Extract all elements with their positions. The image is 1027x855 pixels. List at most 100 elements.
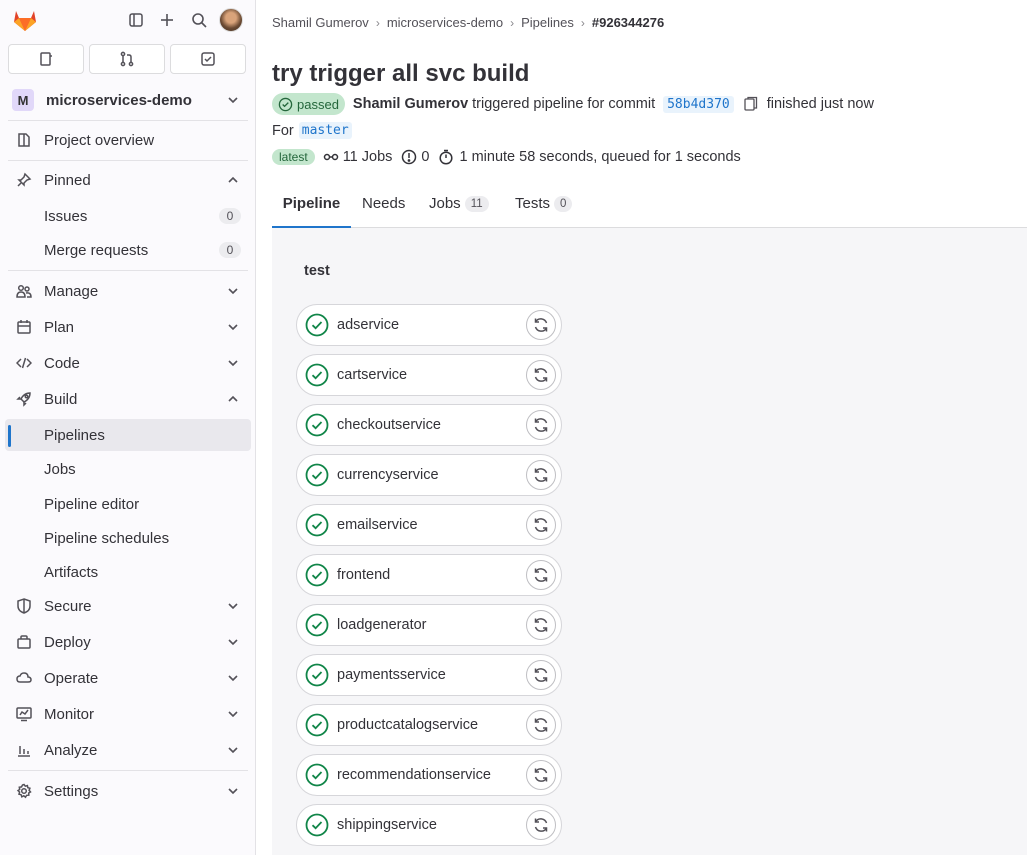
retry-button[interactable] xyxy=(526,710,556,740)
retry-button[interactable] xyxy=(526,410,556,440)
retry-button[interactable] xyxy=(526,810,556,840)
chevron-down-icon xyxy=(228,97,238,104)
nav-build[interactable]: Build xyxy=(5,383,251,415)
nav-settings[interactable]: Settings xyxy=(5,775,251,807)
status-success-icon xyxy=(305,413,329,437)
job-name[interactable]: emailservice xyxy=(337,517,418,533)
nav-label: Plan xyxy=(44,318,75,336)
tab-needs[interactable]: Needs xyxy=(362,182,405,228)
job-item[interactable]: emailservice xyxy=(296,504,562,546)
retry-button[interactable] xyxy=(526,460,556,490)
breadcrumb-item[interactable]: Pipelines xyxy=(521,15,574,30)
status-success-icon xyxy=(305,563,329,587)
job-item[interactable]: currencyservice xyxy=(296,454,562,496)
retry-icon xyxy=(534,768,548,782)
plus-icon[interactable] xyxy=(155,8,179,32)
retry-button[interactable] xyxy=(526,660,556,690)
retry-button[interactable] xyxy=(526,560,556,590)
issues-count-badge: 0 xyxy=(219,208,241,224)
job-name[interactable]: shippingservice xyxy=(337,817,437,833)
job-name[interactable]: frontend xyxy=(337,567,390,583)
job-item[interactable]: paymentsservice xyxy=(296,654,562,696)
project-switcher[interactable]: M microservices-demo xyxy=(5,84,251,116)
mrs-count-badge: 0 xyxy=(219,242,241,258)
nav-plan[interactable]: Plan xyxy=(5,311,251,343)
job-name[interactable]: checkoutservice xyxy=(337,417,441,433)
job-item[interactable]: productcatalogservice xyxy=(296,704,562,746)
sidebar-toggle-icon[interactable] xyxy=(124,8,148,32)
merge-requests-shortcut-button[interactable] xyxy=(89,44,165,74)
job-name[interactable]: adservice xyxy=(337,317,399,333)
nav-pipelines[interactable]: Pipelines xyxy=(5,419,251,451)
job-item[interactable]: cartservice xyxy=(296,354,562,396)
nav-code[interactable]: Code xyxy=(5,347,251,379)
nav-pipeline-schedules[interactable]: Pipeline schedules xyxy=(5,522,251,554)
nav-label: Pinned xyxy=(44,171,91,189)
nav-artifacts[interactable]: Artifacts xyxy=(5,556,251,588)
divider xyxy=(8,160,248,161)
job-item[interactable]: checkoutservice xyxy=(296,404,562,446)
jobs-count-text: 11 Jobs xyxy=(342,149,393,165)
commit-sha-link[interactable]: 58b4d370 xyxy=(663,95,734,113)
nav-pipeline-editor[interactable]: Pipeline editor xyxy=(5,488,251,520)
job-item[interactable]: adservice xyxy=(296,304,562,346)
pipeline-icon xyxy=(323,153,338,161)
breadcrumb-item[interactable]: Shamil Gumerov xyxy=(272,15,369,30)
job-item[interactable]: recommendationservice xyxy=(296,754,562,796)
retry-button[interactable] xyxy=(526,510,556,540)
nav-issues[interactable]: Issues 0 xyxy=(5,200,251,232)
tab-label: Pipeline xyxy=(282,195,341,212)
nav-deploy[interactable]: Deploy xyxy=(5,626,251,658)
breadcrumb-current[interactable]: #926344276 xyxy=(592,15,664,30)
status-success-icon xyxy=(305,613,329,637)
breadcrumb-item[interactable]: microservices-demo xyxy=(387,15,503,30)
user-avatar[interactable] xyxy=(219,8,243,32)
job-item[interactable]: loadgenerator xyxy=(296,604,562,646)
nav-analyze[interactable]: Analyze xyxy=(5,734,251,766)
ref-link[interactable]: master xyxy=(298,122,352,139)
chevron-down-icon xyxy=(228,288,238,295)
job-item[interactable]: shippingservice xyxy=(296,804,562,846)
copy-icon[interactable] xyxy=(744,96,758,112)
nav-pinned[interactable]: Pinned xyxy=(5,164,251,196)
todos-shortcut-button[interactable] xyxy=(170,44,246,74)
job-name[interactable]: cartservice xyxy=(337,367,407,383)
job-name[interactable]: currencyservice xyxy=(337,467,439,483)
nav-operate[interactable]: Operate xyxy=(5,662,251,694)
issues-shortcut-button[interactable] xyxy=(8,44,84,74)
nav-merge-requests[interactable]: Merge requests 0 xyxy=(5,234,251,266)
nav-monitor[interactable]: Monitor xyxy=(5,698,251,730)
retry-button[interactable] xyxy=(526,760,556,790)
job-name[interactable]: productcatalogservice xyxy=(337,717,478,733)
nav-label: Pipeline schedules xyxy=(44,529,170,547)
gitlab-logo-icon[interactable] xyxy=(11,6,39,34)
merge-request-icon xyxy=(120,51,134,67)
tab-pipeline[interactable]: Pipeline xyxy=(272,182,351,228)
nav-project-overview[interactable]: Project overview xyxy=(5,124,251,156)
job-name[interactable]: recommendationservice xyxy=(337,767,491,783)
nav-secure[interactable]: Secure xyxy=(5,590,251,622)
nav-jobs[interactable]: Jobs xyxy=(5,453,251,485)
retry-button[interactable] xyxy=(526,310,556,340)
status-success-icon xyxy=(305,763,329,787)
search-icon[interactable] xyxy=(187,8,211,32)
nav-manage[interactable]: Manage xyxy=(5,275,251,307)
job-name[interactable]: loadgenerator xyxy=(337,617,427,633)
job-name[interactable]: paymentsservice xyxy=(337,667,446,683)
author-link[interactable]: Shamil Gumerov xyxy=(353,96,468,112)
latest-badge: latest xyxy=(272,149,315,165)
main-content: Shamil Gumerov › microservices-demo › Pi… xyxy=(256,0,1027,855)
status-badge[interactable]: passed xyxy=(272,93,345,115)
job-item[interactable]: frontend xyxy=(296,554,562,596)
sidebar: M microservices-demo Project overview Pi… xyxy=(0,0,256,855)
todo-icon xyxy=(201,52,215,66)
divider xyxy=(8,770,248,771)
timer-icon xyxy=(439,149,454,165)
tab-jobs[interactable]: Jobs 11 xyxy=(429,182,489,228)
retry-button[interactable] xyxy=(526,360,556,390)
nav-label: Manage xyxy=(44,282,99,300)
project-badge: M xyxy=(12,89,34,111)
retry-button[interactable] xyxy=(526,610,556,640)
chevron-down-icon xyxy=(228,788,238,795)
tab-tests[interactable]: Tests 0 xyxy=(515,182,573,228)
